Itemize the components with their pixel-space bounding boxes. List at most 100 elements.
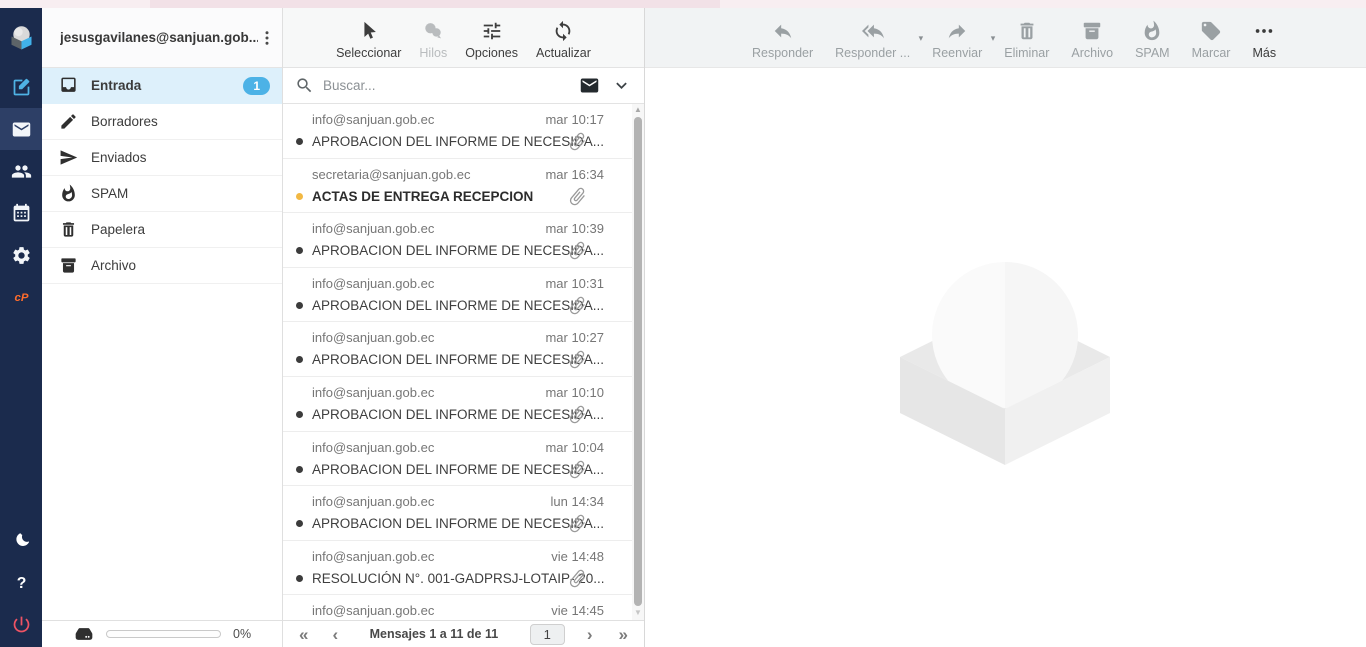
message-row[interactable]: info@sanjuan.gob.ec mar 10:39 APROBACION…: [283, 213, 644, 268]
scroll-up-arrow-icon[interactable]: ▲: [634, 105, 642, 115]
folder-enviados[interactable]: Enviados: [42, 140, 282, 176]
app-logo: [0, 8, 42, 66]
account-menu-button[interactable]: [258, 27, 276, 49]
toolbar-label: Más: [1252, 46, 1276, 60]
message-time: vie 14:48: [551, 549, 604, 564]
message-list-column: Seleccionar Hilos Opciones Ac: [283, 8, 645, 647]
folder-label: SPAM: [91, 186, 128, 201]
message-sender: info@sanjuan.gob.ec: [312, 549, 434, 564]
toolbar-label: Responder ...: [835, 46, 910, 60]
spam-button[interactable]: SPAM: [1124, 20, 1181, 60]
message-time: mar 10:04: [545, 440, 604, 455]
search-bar: [283, 68, 644, 104]
read-status-dot[interactable]: [296, 411, 303, 418]
message-subject-line: APROBACION DEL INFORME DE NECESIDA...: [296, 407, 604, 422]
message-sender: info@sanjuan.gob.ec: [312, 603, 434, 618]
logout-button[interactable]: [0, 603, 42, 645]
paperclip-icon: [563, 400, 593, 430]
message-row[interactable]: info@sanjuan.gob.ec vie 14:45: [283, 595, 644, 620]
read-status-dot[interactable]: [296, 466, 303, 473]
message-row[interactable]: info@sanjuan.gob.ec mar 10:10 APROBACION…: [283, 377, 644, 432]
list-scrollbar[interactable]: ▲ ▼: [632, 104, 644, 620]
next-page-button[interactable]: ›: [587, 626, 593, 643]
more-button[interactable]: Más: [1241, 20, 1287, 60]
folder-archivo[interactable]: Archivo: [42, 248, 282, 284]
quota-progress: [106, 630, 221, 638]
message-subject-line: APROBACION DEL INFORME DE NECESIDA...: [296, 134, 604, 149]
left-rail: [0, 8, 42, 647]
select-button[interactable]: Seleccionar: [327, 20, 410, 60]
toolbar-icon: [1081, 20, 1103, 42]
mail-nav[interactable]: [0, 108, 42, 150]
toolbar-icon: [552, 20, 574, 42]
delete-button[interactable]: Eliminar: [993, 20, 1060, 60]
webmail-app: jesusgavilanes@sanjuan.gob.... Entrada 1…: [0, 8, 1366, 647]
refresh-button[interactable]: Actualizar: [527, 20, 600, 60]
cpanel-nav[interactable]: [0, 276, 42, 318]
message-row[interactable]: info@sanjuan.gob.ec lun 14:34 APROBACION…: [283, 486, 644, 541]
settings-nav[interactable]: [0, 234, 42, 276]
folder-spam[interactable]: SPAM: [42, 176, 282, 212]
message-sender: secretaria@sanjuan.gob.ec: [312, 167, 470, 182]
unread-count-badge: 1: [243, 77, 270, 95]
message-sender: info@sanjuan.gob.ec: [312, 494, 434, 509]
calendar-nav[interactable]: [0, 192, 42, 234]
message-row[interactable]: info@sanjuan.gob.ec mar 10:31 APROBACION…: [283, 268, 644, 323]
folder-icon: [59, 76, 78, 95]
message-meta: info@sanjuan.gob.ec vie 14:45: [296, 603, 604, 618]
toolbar-icon: [772, 20, 794, 42]
message-row[interactable]: secretaria@sanjuan.gob.ec mar 16:34 ACTA…: [283, 159, 644, 214]
message-time: mar 16:34: [545, 167, 604, 182]
threads-button[interactable]: Hilos: [410, 20, 456, 60]
search-scope-envelope-icon[interactable]: [579, 75, 600, 96]
message-subject-line: APROBACION DEL INFORME DE NECESIDA...: [296, 516, 604, 531]
current-page-input[interactable]: 1: [530, 624, 565, 645]
message-subject: APROBACION DEL INFORME DE NECESIDA...: [312, 243, 604, 258]
rail-icon: [11, 614, 32, 635]
folder-entrada[interactable]: Entrada 1: [42, 68, 282, 104]
search-input[interactable]: [323, 78, 570, 93]
message-subject-line: APROBACION DEL INFORME DE NECESIDA...: [296, 352, 604, 367]
message-time: mar 10:39: [545, 221, 604, 236]
contacts-nav[interactable]: [0, 150, 42, 192]
message-row[interactable]: info@sanjuan.gob.ec mar 10:27 APROBACION…: [283, 322, 644, 377]
dark-mode-toggle[interactable]: [0, 519, 42, 561]
paperclip-icon: [563, 345, 593, 375]
message-subject: APROBACION DEL INFORME DE NECESIDA...: [312, 462, 604, 477]
compose-button[interactable]: [0, 66, 42, 108]
search-options-chevron-icon[interactable]: [611, 75, 632, 96]
archive-button[interactable]: Archivo: [1060, 20, 1124, 60]
scroll-down-arrow-icon[interactable]: ▼: [634, 608, 642, 618]
scrollbar-thumb[interactable]: [634, 117, 642, 606]
read-status-dot[interactable]: [296, 193, 303, 200]
message-row[interactable]: info@sanjuan.gob.ec mar 10:04 APROBACION…: [283, 432, 644, 487]
read-status-dot[interactable]: [296, 356, 303, 363]
message-row[interactable]: info@sanjuan.gob.ec mar 10:17 APROBACION…: [283, 104, 644, 159]
last-page-button[interactable]: »: [619, 626, 628, 643]
read-status-dot[interactable]: [296, 575, 303, 582]
read-status-dot[interactable]: [296, 138, 303, 145]
folder-borradores[interactable]: Borradores: [42, 104, 282, 140]
mark-button[interactable]: Marcar: [1181, 20, 1242, 60]
rail-icon: [11, 530, 32, 551]
options-button[interactable]: Opciones: [456, 20, 527, 60]
help-button[interactable]: [0, 561, 42, 603]
read-status-dot[interactable]: [296, 302, 303, 309]
toolbar-label: Eliminar: [1004, 46, 1049, 60]
toolbar-icon: [1016, 20, 1038, 42]
logo-cube-icon: [8, 24, 35, 51]
message-row[interactable]: info@sanjuan.gob.ec vie 14:48 RESOLUCIÓN…: [283, 541, 644, 596]
reply-all-button[interactable]: Responder ... ▾: [824, 20, 921, 60]
folder-papelera[interactable]: Papelera: [42, 212, 282, 248]
rail-icon: [11, 245, 32, 266]
message-sender: info@sanjuan.gob.ec: [312, 330, 434, 345]
paperclip-icon: [563, 236, 593, 266]
message-meta: info@sanjuan.gob.ec lun 14:34: [296, 494, 604, 509]
storage-icon: [74, 624, 94, 644]
first-page-button[interactable]: «: [299, 626, 308, 643]
reply-button[interactable]: Responder: [741, 20, 824, 60]
read-status-dot[interactable]: [296, 520, 303, 527]
rail-icon: [11, 119, 32, 140]
forward-button[interactable]: Reenviar ▾: [921, 20, 993, 60]
read-status-dot[interactable]: [296, 247, 303, 254]
